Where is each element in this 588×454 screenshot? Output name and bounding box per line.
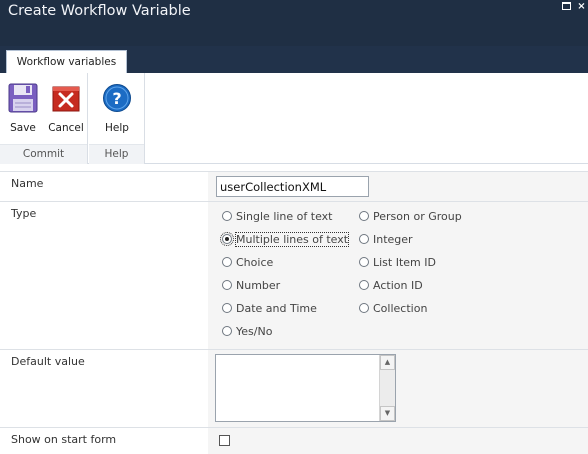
svg-text:?: ? [112, 89, 121, 108]
radio-single-line-of-text[interactable]: Single line of text [222, 209, 332, 225]
radio-label: Choice [236, 256, 274, 269]
textarea-scrollbar[interactable]: ▲ ▼ [379, 355, 395, 421]
ribbon-group-help: ? Help Help [89, 73, 145, 164]
scroll-up-arrow-icon[interactable]: ▲ [380, 355, 395, 370]
radio-label: List Item ID [373, 256, 436, 269]
save-icon [8, 83, 38, 113]
close-icon[interactable]: × [577, 2, 586, 12]
radio-person-or-group[interactable]: Person or Group [359, 209, 462, 225]
ribbon-tab-strip: Workflow variables [0, 46, 588, 73]
default-value-textarea[interactable]: ▲ ▼ [215, 354, 396, 422]
radio-multiple-lines-of-text[interactable]: Multiple lines of text [220, 232, 350, 248]
radio-action-id[interactable]: Action ID [359, 278, 423, 294]
radio-circle [359, 303, 369, 313]
save-label: Save [10, 122, 36, 134]
default-value-label: Default value [0, 350, 208, 427]
tab-workflow-variables[interactable]: Workflow variables [6, 50, 127, 73]
name-input[interactable] [216, 176, 369, 197]
radio-label: Integer [373, 233, 413, 246]
radio-circle-selected [220, 232, 234, 246]
show-on-start-form-checkbox[interactable] [219, 435, 230, 446]
radio-date-and-time[interactable]: Date and Time [222, 301, 317, 317]
scroll-down-arrow-icon[interactable]: ▼ [380, 406, 395, 421]
show-on-start-form-label: Show on start form [0, 428, 208, 454]
radio-label: Multiple lines of text [234, 232, 350, 247]
default-value-cell: ▲ ▼ [208, 350, 588, 427]
help-icon: ? [103, 84, 131, 112]
radio-circle [222, 211, 232, 221]
radio-circle [222, 303, 232, 313]
radio-label: Yes/No [236, 325, 273, 338]
ribbon: Save Cancel Commit ? Help Help [0, 73, 588, 164]
ribbon-group-commit: Save Cancel Commit [0, 73, 88, 164]
default-value-row: Default value ▲ ▼ [0, 349, 588, 427]
radio-circle [359, 234, 369, 244]
radio-label: Person or Group [373, 210, 462, 223]
title-bar: Create Workflow Variable × [0, 0, 588, 46]
radio-circle [222, 257, 232, 267]
save-button[interactable]: Save [5, 81, 41, 134]
radio-circle [222, 280, 232, 290]
radio-circle [359, 257, 369, 267]
help-button[interactable]: ? Help [99, 81, 135, 134]
cancel-button[interactable]: Cancel [48, 81, 84, 134]
radio-label: Single line of text [236, 210, 333, 223]
radio-label: Date and Time [236, 302, 317, 315]
name-row: Name [0, 171, 588, 201]
group-label-commit: Commit [0, 144, 87, 164]
group-label-help: Help [89, 144, 144, 164]
radio-circle [359, 280, 369, 290]
type-label: Type [0, 202, 208, 349]
radio-label: Action ID [373, 279, 423, 292]
radio-number[interactable]: Number [222, 278, 280, 294]
radio-list-item-id[interactable]: List Item ID [359, 255, 436, 271]
cancel-label: Cancel [48, 122, 84, 134]
type-options: Single line of text Multiple lines of te… [208, 202, 588, 349]
radio-integer[interactable]: Integer [359, 232, 413, 248]
radio-label: Number [236, 279, 281, 292]
name-value-cell [208, 172, 588, 201]
radio-label: Collection [373, 302, 428, 315]
radio-collection[interactable]: Collection [359, 301, 427, 317]
cancel-icon [52, 86, 80, 112]
radio-circle [222, 326, 232, 336]
show-on-start-form-row: Show on start form [0, 427, 588, 454]
help-label: Help [105, 122, 129, 134]
show-on-start-form-cell [208, 428, 588, 454]
type-row: Type Single line of text Multiple lines … [0, 201, 588, 349]
maximize-icon[interactable] [562, 2, 571, 10]
radio-circle [359, 211, 369, 221]
name-label: Name [0, 172, 208, 201]
dialog-title: Create Workflow Variable [8, 3, 191, 19]
radio-choice[interactable]: Choice [222, 255, 273, 271]
radio-yes-no[interactable]: Yes/No [222, 324, 272, 340]
